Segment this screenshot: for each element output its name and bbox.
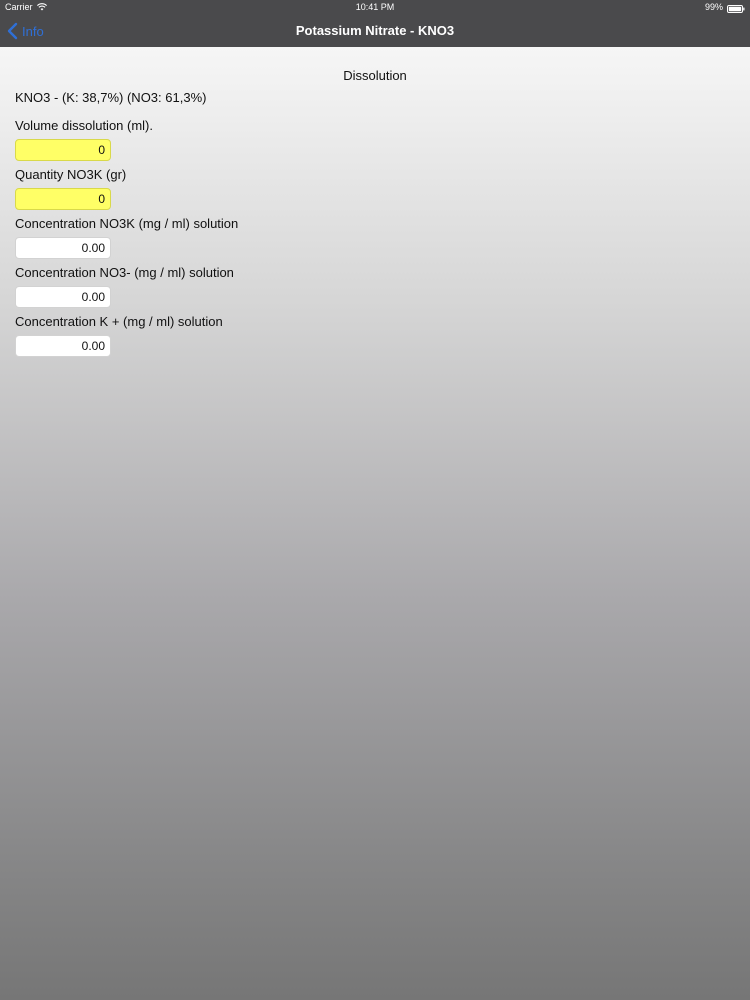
chevron-left-icon bbox=[6, 22, 18, 40]
battery-icon bbox=[727, 3, 745, 13]
back-button-label: Info bbox=[22, 23, 44, 39]
status-carrier: Carrier bbox=[5, 2, 33, 12]
page-title: Potassium Nitrate - KNO3 bbox=[295, 23, 455, 38]
status-battery-percent: 99% bbox=[704, 2, 723, 12]
volume-dissolution-label: Volume dissolution (ml). bbox=[15, 118, 153, 133]
top-bar: 10:41 PM Carrier 99% Potassium Nitrate -… bbox=[0, 0, 750, 47]
concentration-k-label: Concentration K + (mg / ml) solution bbox=[15, 314, 223, 329]
status-bar: 10:41 PM Carrier 99% bbox=[0, 0, 750, 14]
navigation-bar: Potassium Nitrate - KNO3 Info bbox=[0, 14, 750, 47]
concentration-no3k-label: Concentration NO3K (mg / ml) solution bbox=[15, 216, 239, 231]
quantity-no3k-label: Quantity NO3K (gr) bbox=[15, 167, 127, 182]
section-title: Dissolution bbox=[343, 68, 407, 83]
concentration-no3k-field[interactable] bbox=[15, 237, 111, 259]
status-battery-group: 99% bbox=[705, 0, 745, 14]
volume-dissolution-input[interactable] bbox=[15, 139, 111, 161]
quantity-no3k-input[interactable] bbox=[15, 188, 111, 210]
concentration-no3-field[interactable] bbox=[15, 286, 111, 308]
status-time: 10:41 PM bbox=[355, 2, 395, 12]
concentration-k-field[interactable] bbox=[15, 335, 111, 357]
concentration-no3-label: Concentration NO3- (mg / ml) solution bbox=[15, 265, 234, 280]
formula-composition: KNO3 - (K: 38,7%) (NO3: 61,3%) bbox=[15, 90, 207, 105]
status-carrier-group: Carrier bbox=[5, 0, 47, 14]
back-button[interactable]: Info bbox=[6, 20, 44, 42]
app-screen: 10:41 PM Carrier 99% Potassium Nitrate -… bbox=[0, 0, 750, 1000]
wifi-icon bbox=[36, 3, 47, 11]
